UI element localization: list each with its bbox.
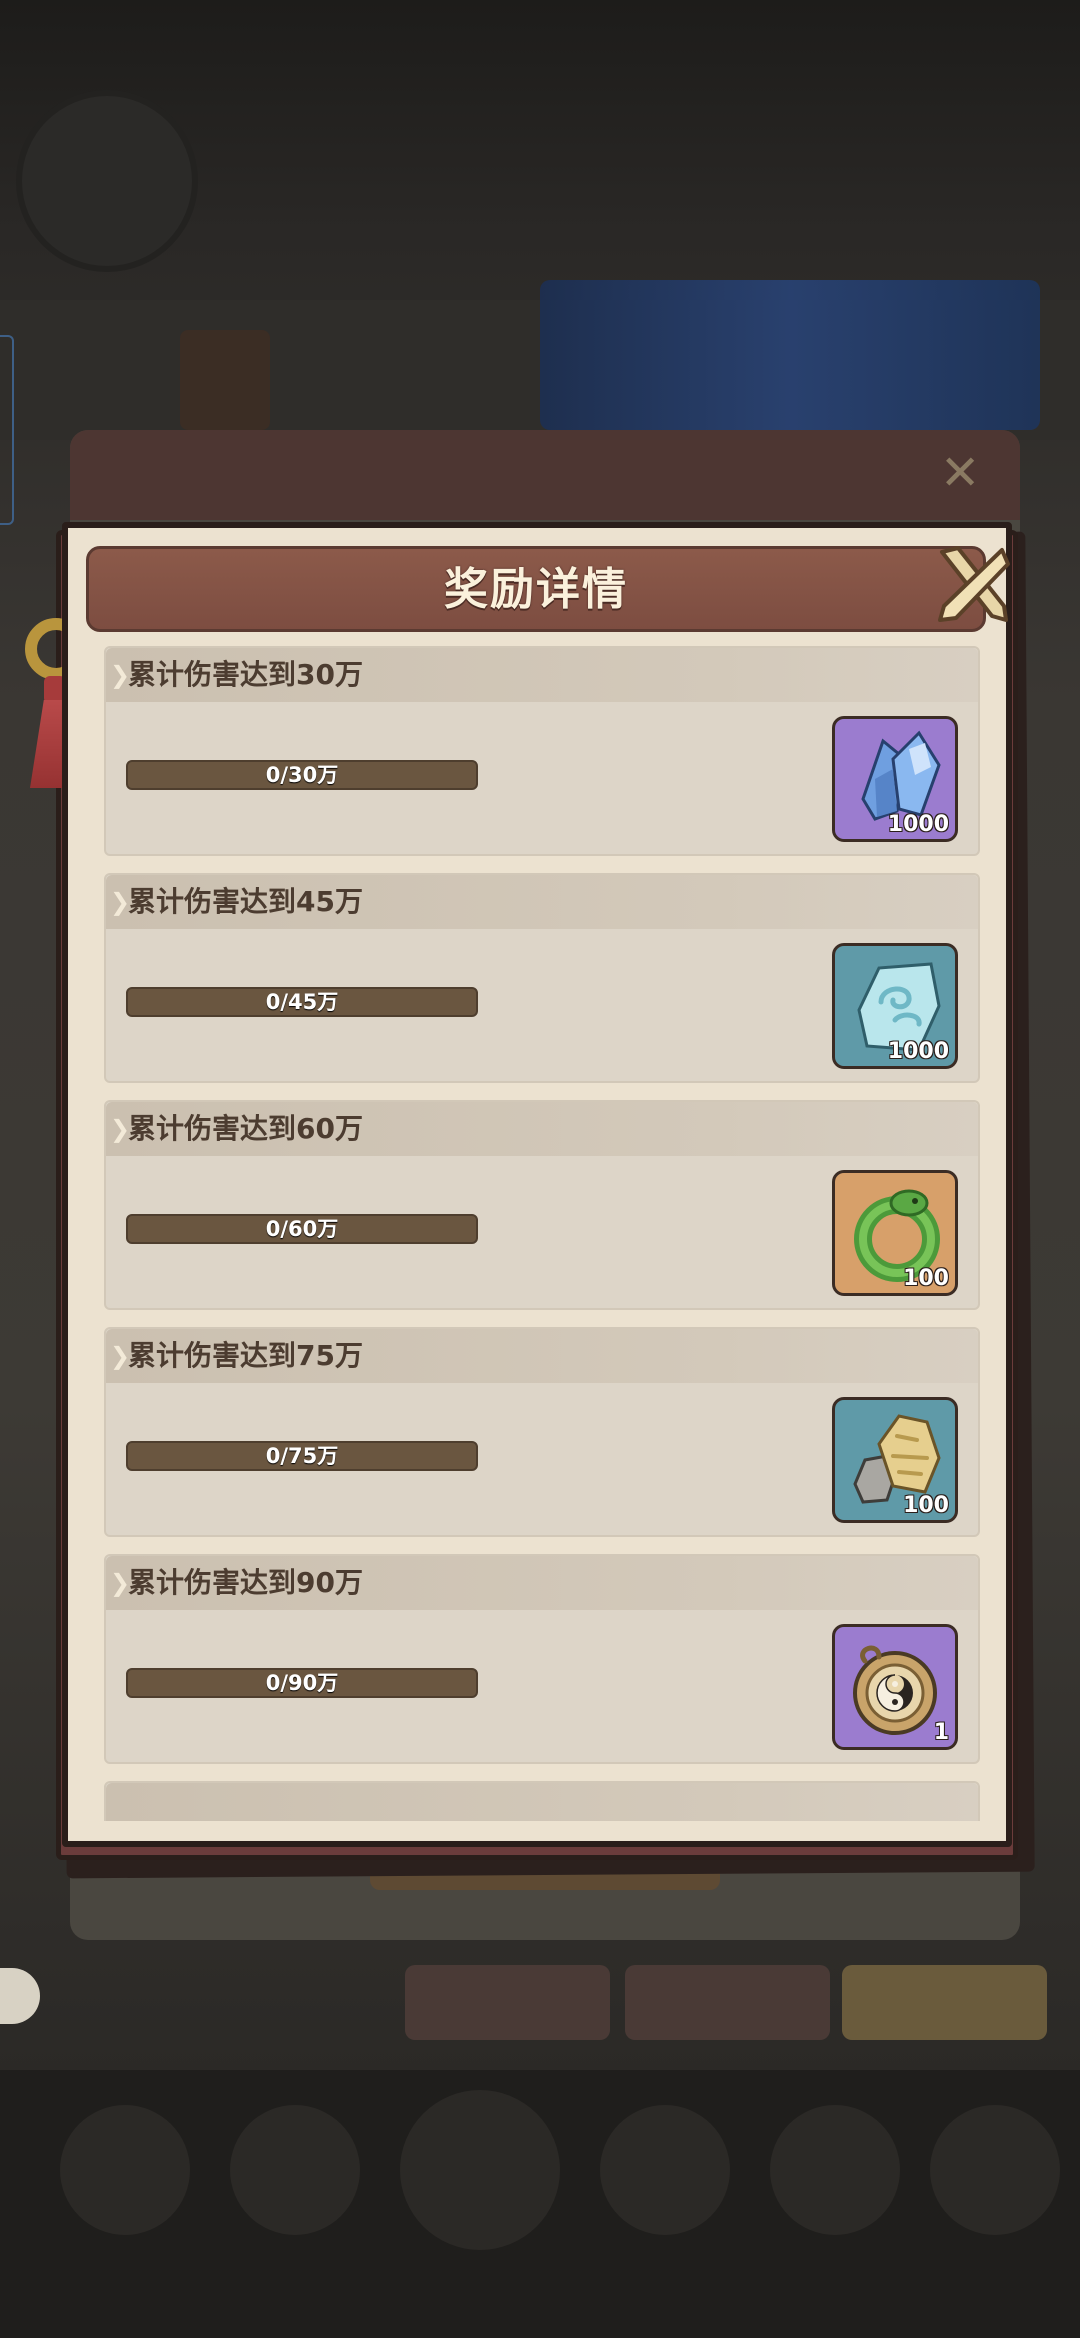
reward-item: ❯ 累计伤害达到90万 0/90万 1 <box>104 1554 980 1764</box>
reward-item-title: 累计伤害达到30万 <box>128 658 363 691</box>
background-nav-icon <box>600 2105 730 2235</box>
progress-bar: 0/45万 <box>126 987 478 1017</box>
close-icon <box>938 546 1010 622</box>
reward-list[interactable]: ❯ 累计伤害达到30万 0/30万 1000 ❯ 累计伤害达到45万 0/45万… <box>104 646 980 1821</box>
reward-item-partial <box>104 1781 980 1821</box>
reward-item: ❯ 累计伤害达到45万 0/45万 1000 <box>104 873 980 1083</box>
reward-quantity: 1000 <box>887 812 949 837</box>
background-event-banner <box>540 280 1040 430</box>
progress-text: 0/90万 <box>265 1671 339 1695</box>
progress-bar: 0/75万 <box>126 1441 478 1471</box>
side-tab <box>0 335 14 525</box>
background-button <box>842 1965 1047 2040</box>
background-button <box>405 1965 610 2040</box>
reward-item-title: 累计伤害达到90万 <box>128 1566 363 1599</box>
background-panel-title <box>70 430 1020 520</box>
background-nav-icon <box>400 2090 560 2250</box>
reward-item-title: 累计伤害达到75万 <box>128 1339 363 1372</box>
background-button <box>625 1965 830 2040</box>
background-nav-icon <box>60 2105 190 2235</box>
reward-quantity: 1000 <box>887 1039 949 1064</box>
progress-text: 0/30万 <box>265 763 339 787</box>
reward-item-header: ❯ 累计伤害达到60万 <box>106 1102 978 1156</box>
progress-text: 0/75万 <box>265 1444 339 1468</box>
background-nav-icon <box>230 2105 360 2235</box>
progress-text: 0/60万 <box>265 1217 339 1241</box>
reward-item: ❯ 累计伤害达到30万 0/30万 1000 <box>104 646 980 856</box>
reward-item-title: 累计伤害达到60万 <box>128 1112 363 1145</box>
background-nav-icon <box>930 2105 1060 2235</box>
reward-item-slot[interactable]: 1 <box>832 1624 958 1750</box>
reward-quantity: 100 <box>903 1493 949 1518</box>
reward-item-header: ❯ 累计伤害达到30万 <box>106 648 978 702</box>
dialog-title-bar: 奖励详情 <box>86 546 986 632</box>
reward-details-dialog: 奖励详情 ❯ 累计伤害达到30万 0/30万 1000 ❯ 累计伤害达到45万 … <box>62 522 1012 1847</box>
background-figure <box>180 330 270 430</box>
close-button[interactable] <box>928 540 1016 628</box>
reward-item-header: ❯ 累计伤害达到45万 <box>106 875 978 929</box>
background-nav-icon <box>770 2105 900 2235</box>
reward-quantity: 100 <box>903 1266 949 1291</box>
reward-quantity: 1 <box>933 1720 949 1745</box>
reward-item: ❯ 累计伤害达到60万 0/60万 100 <box>104 1100 980 1310</box>
player-avatar <box>22 96 192 266</box>
reward-item-slot[interactable]: 1000 <box>832 943 958 1069</box>
background-close-icon: ✕ <box>940 445 981 501</box>
reward-item-slot[interactable]: 100 <box>832 1170 958 1296</box>
progress-text: 0/45万 <box>265 990 339 1014</box>
progress-bar: 0/30万 <box>126 760 478 790</box>
reward-item-header: ❯ 累计伤害达到75万 <box>106 1329 978 1383</box>
reward-item-slot[interactable]: 1000 <box>832 716 958 842</box>
dialog-title: 奖励详情 <box>444 564 628 615</box>
reward-item-title: 累计伤害达到45万 <box>128 885 363 918</box>
reward-item-header: ❯ 累计伤害达到90万 <box>106 1556 978 1610</box>
reward-item-header <box>106 1783 978 1821</box>
progress-bar: 0/90万 <box>126 1668 478 1698</box>
reward-item: ❯ 累计伤害达到75万 0/75万 100 <box>104 1327 980 1537</box>
reward-item-slot[interactable]: 100 <box>832 1397 958 1523</box>
progress-bar: 0/60万 <box>126 1214 478 1244</box>
